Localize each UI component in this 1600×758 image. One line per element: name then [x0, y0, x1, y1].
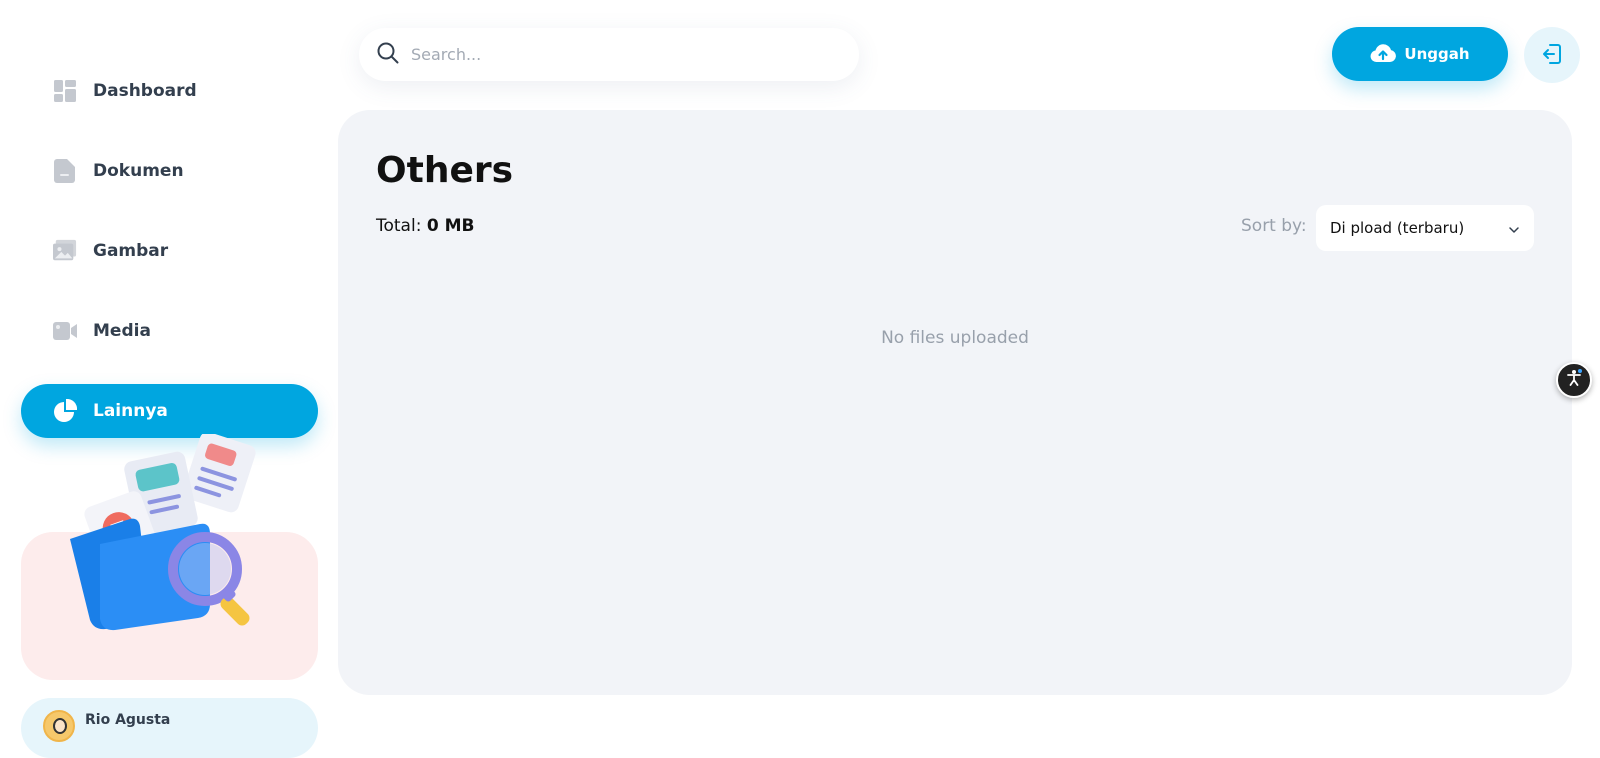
- sidebar-item-label: Lainnya: [93, 401, 168, 421]
- sidebar-item-label: Dashboard: [93, 81, 197, 101]
- sidebar-item-dashboard[interactable]: Dashboard: [21, 64, 318, 118]
- chevron-down-icon: [1508, 221, 1520, 240]
- pie-chart-icon: [53, 399, 77, 423]
- image-icon: [53, 239, 77, 263]
- sidebar-item-media[interactable]: Media: [21, 304, 318, 358]
- cloud-upload-icon: [1370, 43, 1397, 66]
- upload-button[interactable]: Unggah: [1332, 27, 1508, 81]
- video-icon: [53, 319, 77, 343]
- sidebar-item-gambar[interactable]: Gambar: [21, 224, 318, 278]
- sort-selected-value: Di pload (terbaru): [1330, 219, 1465, 237]
- sidebar-item-lainnya[interactable]: Lainnya: [21, 384, 318, 438]
- main-panel: Others Total: 0 MB Sort by: Di pload (te…: [338, 110, 1572, 695]
- accessibility-icon: [1564, 368, 1584, 392]
- sidebar-item-label: Media: [93, 321, 151, 341]
- user-name: Rio Agusta: [85, 712, 171, 728]
- sort-dropdown[interactable]: Di pload (terbaru): [1316, 205, 1534, 251]
- total-size: Total: 0 MB: [376, 216, 474, 236]
- total-value: 0 MB: [426, 216, 475, 236]
- page-title: Others: [376, 150, 514, 191]
- total-label: Total:: [376, 216, 422, 236]
- sidebar-item-label: Gambar: [93, 241, 169, 261]
- empty-state-message: No files uploaded: [881, 328, 1029, 348]
- logout-button[interactable]: [1524, 27, 1580, 83]
- dashboard-icon: [53, 79, 77, 103]
- search-icon: [377, 42, 399, 68]
- sidebar: Dashboard Dokumen Gambar Media Lainnya R…: [0, 0, 330, 758]
- search-bar[interactable]: [359, 28, 859, 81]
- search-input[interactable]: [411, 45, 811, 64]
- user-card[interactable]: Rio Agusta: [21, 698, 318, 758]
- sidebar-item-label: Dokumen: [93, 161, 184, 181]
- folder-search-illustration: [60, 431, 280, 644]
- document-icon: [53, 159, 77, 183]
- upload-label: Unggah: [1404, 45, 1470, 63]
- accessibility-button[interactable]: [1556, 362, 1592, 398]
- sidebar-item-dokumen[interactable]: Dokumen: [21, 144, 318, 198]
- logout-icon: [1540, 42, 1564, 69]
- avatar: [43, 710, 75, 742]
- sort-label: Sort by:: [1241, 216, 1307, 236]
